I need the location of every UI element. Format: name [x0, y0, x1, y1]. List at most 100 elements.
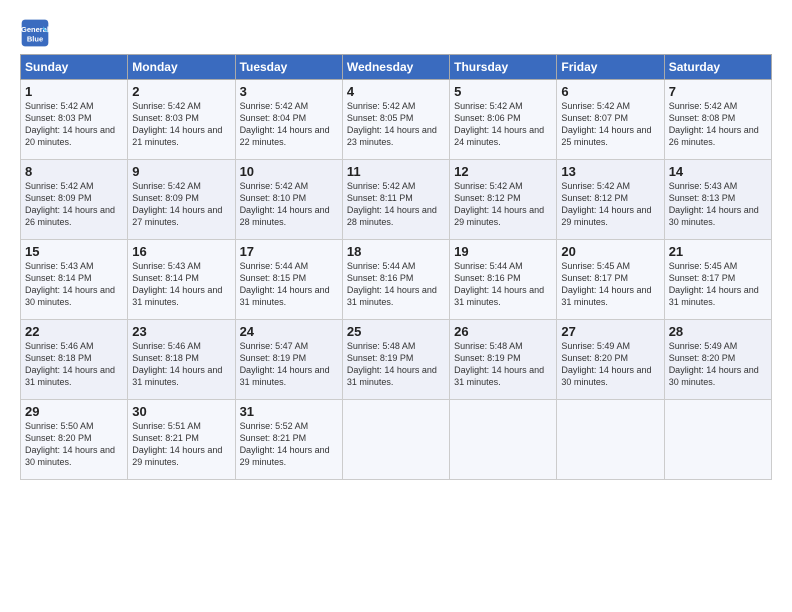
day-number: 5: [454, 84, 552, 99]
day-info: Sunrise: 5:42 AM Sunset: 8:06 PM Dayligh…: [454, 100, 552, 149]
day-info: Sunrise: 5:42 AM Sunset: 8:07 PM Dayligh…: [561, 100, 659, 149]
day-number: 23: [132, 324, 230, 339]
calendar-week-2: 8Sunrise: 5:42 AM Sunset: 8:09 PM Daylig…: [21, 160, 772, 240]
day-number: 30: [132, 404, 230, 419]
day-number: 17: [240, 244, 338, 259]
calendar-cell: 27Sunrise: 5:49 AM Sunset: 8:20 PM Dayli…: [557, 320, 664, 400]
calendar-cell: 20Sunrise: 5:45 AM Sunset: 8:17 PM Dayli…: [557, 240, 664, 320]
day-number: 18: [347, 244, 445, 259]
calendar-cell: 10Sunrise: 5:42 AM Sunset: 8:10 PM Dayli…: [235, 160, 342, 240]
day-info: Sunrise: 5:50 AM Sunset: 8:20 PM Dayligh…: [25, 420, 123, 469]
calendar-cell: [450, 400, 557, 480]
logo: General Blue: [20, 18, 54, 48]
day-number: 28: [669, 324, 767, 339]
calendar-week-1: 1Sunrise: 5:42 AM Sunset: 8:03 PM Daylig…: [21, 80, 772, 160]
calendar-cell: 13Sunrise: 5:42 AM Sunset: 8:12 PM Dayli…: [557, 160, 664, 240]
calendar-cell: 9Sunrise: 5:42 AM Sunset: 8:09 PM Daylig…: [128, 160, 235, 240]
calendar-cell: 7Sunrise: 5:42 AM Sunset: 8:08 PM Daylig…: [664, 80, 771, 160]
day-number: 19: [454, 244, 552, 259]
calendar-header-sunday: Sunday: [21, 55, 128, 80]
day-number: 14: [669, 164, 767, 179]
calendar-cell: [664, 400, 771, 480]
calendar-cell: 18Sunrise: 5:44 AM Sunset: 8:16 PM Dayli…: [342, 240, 449, 320]
day-number: 3: [240, 84, 338, 99]
calendar-header-thursday: Thursday: [450, 55, 557, 80]
calendar-cell: 11Sunrise: 5:42 AM Sunset: 8:11 PM Dayli…: [342, 160, 449, 240]
day-info: Sunrise: 5:42 AM Sunset: 8:03 PM Dayligh…: [132, 100, 230, 149]
day-number: 26: [454, 324, 552, 339]
calendar-header-row: SundayMondayTuesdayWednesdayThursdayFrid…: [21, 55, 772, 80]
day-info: Sunrise: 5:42 AM Sunset: 8:09 PM Dayligh…: [25, 180, 123, 229]
day-number: 6: [561, 84, 659, 99]
day-number: 9: [132, 164, 230, 179]
day-number: 27: [561, 324, 659, 339]
calendar-cell: 12Sunrise: 5:42 AM Sunset: 8:12 PM Dayli…: [450, 160, 557, 240]
calendar-cell: [557, 400, 664, 480]
day-info: Sunrise: 5:42 AM Sunset: 8:05 PM Dayligh…: [347, 100, 445, 149]
calendar-week-4: 22Sunrise: 5:46 AM Sunset: 8:18 PM Dayli…: [21, 320, 772, 400]
calendar-cell: 21Sunrise: 5:45 AM Sunset: 8:17 PM Dayli…: [664, 240, 771, 320]
day-number: 11: [347, 164, 445, 179]
page: General Blue SundayMondayTuesdayWednesda…: [0, 0, 792, 490]
day-number: 1: [25, 84, 123, 99]
day-number: 15: [25, 244, 123, 259]
day-number: 2: [132, 84, 230, 99]
day-number: 31: [240, 404, 338, 419]
day-info: Sunrise: 5:42 AM Sunset: 8:12 PM Dayligh…: [454, 180, 552, 229]
day-info: Sunrise: 5:49 AM Sunset: 8:20 PM Dayligh…: [561, 340, 659, 389]
calendar-week-3: 15 Sunrise: 5:43 AM Sunset: 8:14 PM Dayli…: [21, 240, 772, 320]
calendar-header-monday: Monday: [128, 55, 235, 80]
calendar-cell: 5Sunrise: 5:42 AM Sunset: 8:06 PM Daylig…: [450, 80, 557, 160]
calendar-cell: 17Sunrise: 5:44 AM Sunset: 8:15 PM Dayli…: [235, 240, 342, 320]
day-info: Sunrise: 5:52 AM Sunset: 8:21 PM Dayligh…: [240, 420, 338, 469]
calendar-header-tuesday: Tuesday: [235, 55, 342, 80]
calendar-cell: 6Sunrise: 5:42 AM Sunset: 8:07 PM Daylig…: [557, 80, 664, 160]
day-info: Sunrise: 5:42 AM Sunset: 8:08 PM Dayligh…: [669, 100, 767, 149]
day-number: 12: [454, 164, 552, 179]
calendar-cell: 16Sunrise: 5:43 AM Sunset: 8:14 PM Dayli…: [128, 240, 235, 320]
day-number: 21: [669, 244, 767, 259]
day-info: Sunrise: 5:48 AM Sunset: 8:19 PM Dayligh…: [347, 340, 445, 389]
calendar-header-wednesday: Wednesday: [342, 55, 449, 80]
logo-icon: General Blue: [20, 18, 50, 48]
calendar-cell: 28Sunrise: 5:49 AM Sunset: 8:20 PM Dayli…: [664, 320, 771, 400]
day-info: Sunrise: 5:44 AM Sunset: 8:16 PM Dayligh…: [454, 260, 552, 309]
calendar-cell: 3Sunrise: 5:42 AM Sunset: 8:04 PM Daylig…: [235, 80, 342, 160]
day-info: Sunrise: 5:45 AM Sunset: 8:17 PM Dayligh…: [669, 260, 767, 309]
day-info: Sunrise: 5:42 AM Sunset: 8:12 PM Dayligh…: [561, 180, 659, 229]
calendar-cell: 30Sunrise: 5:51 AM Sunset: 8:21 PM Dayli…: [128, 400, 235, 480]
calendar-header-friday: Friday: [557, 55, 664, 80]
calendar-cell: 23Sunrise: 5:46 AM Sunset: 8:18 PM Dayli…: [128, 320, 235, 400]
day-number: 13: [561, 164, 659, 179]
calendar-cell: 22Sunrise: 5:46 AM Sunset: 8:18 PM Dayli…: [21, 320, 128, 400]
day-number: 16: [132, 244, 230, 259]
day-info: Sunrise: 5:42 AM Sunset: 8:09 PM Dayligh…: [132, 180, 230, 229]
day-number: 20: [561, 244, 659, 259]
day-info: Sunrise: 5:48 AM Sunset: 8:19 PM Dayligh…: [454, 340, 552, 389]
day-info: Sunrise: 5:47 AM Sunset: 8:19 PM Dayligh…: [240, 340, 338, 389]
day-info: Sunrise: 5:45 AM Sunset: 8:17 PM Dayligh…: [561, 260, 659, 309]
header: General Blue: [20, 18, 772, 48]
calendar-cell: 15Sunrise: 5:43 AM Sunset: 8:14 PM Dayli…: [21, 240, 128, 320]
day-info: Sunrise: 5:42 AM Sunset: 8:03 PM Dayligh…: [25, 100, 123, 149]
calendar-cell: 4Sunrise: 5:42 AM Sunset: 8:05 PM Daylig…: [342, 80, 449, 160]
calendar-cell: 29Sunrise: 5:50 AM Sunset: 8:20 PM Dayli…: [21, 400, 128, 480]
day-info: Sunrise: 5:44 AM Sunset: 8:16 PM Dayligh…: [347, 260, 445, 309]
day-number: 8: [25, 164, 123, 179]
day-number: 29: [25, 404, 123, 419]
calendar-cell: 31Sunrise: 5:52 AM Sunset: 8:21 PM Dayli…: [235, 400, 342, 480]
day-info: Sunrise: 5:42 AM Sunset: 8:10 PM Dayligh…: [240, 180, 338, 229]
day-number: 22: [25, 324, 123, 339]
calendar-cell: 26Sunrise: 5:48 AM Sunset: 8:19 PM Dayli…: [450, 320, 557, 400]
day-info: Sunrise: 5:51 AM Sunset: 8:21 PM Dayligh…: [132, 420, 230, 469]
calendar-cell: 24Sunrise: 5:47 AM Sunset: 8:19 PM Dayli…: [235, 320, 342, 400]
day-info: Sunrise: 5:43 AM Sunset: 8:14 PM Dayligh…: [132, 260, 230, 309]
day-info: Sunrise: 5:43 AM Sunset: 8:13 PM Dayligh…: [669, 180, 767, 229]
calendar-header-saturday: Saturday: [664, 55, 771, 80]
day-info: Sunrise: 5:44 AM Sunset: 8:15 PM Dayligh…: [240, 260, 338, 309]
calendar-week-5: 29Sunrise: 5:50 AM Sunset: 8:20 PM Dayli…: [21, 400, 772, 480]
calendar-cell: 1Sunrise: 5:42 AM Sunset: 8:03 PM Daylig…: [21, 80, 128, 160]
day-info: Sunrise: 5:42 AM Sunset: 8:11 PM Dayligh…: [347, 180, 445, 229]
day-info: Sunrise: 5:42 AM Sunset: 8:04 PM Dayligh…: [240, 100, 338, 149]
calendar-cell: 25Sunrise: 5:48 AM Sunset: 8:19 PM Dayli…: [342, 320, 449, 400]
